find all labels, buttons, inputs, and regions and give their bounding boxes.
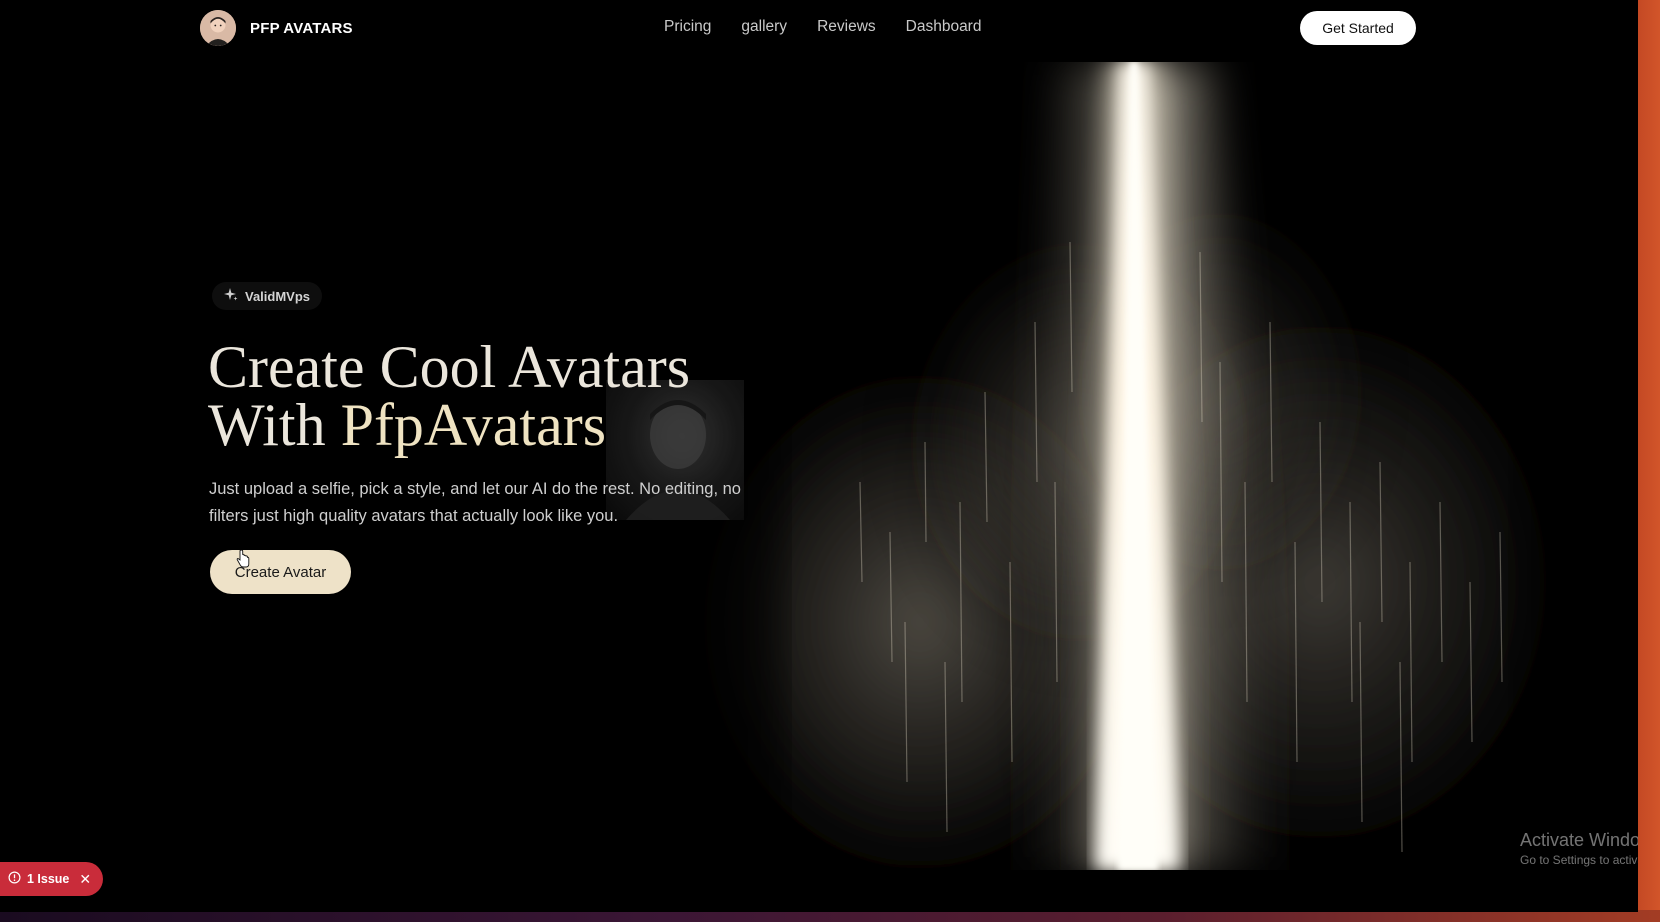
brand-name: PFP AVATARS	[250, 19, 353, 37]
brand-logo[interactable]: PFP AVATARS	[200, 10, 353, 46]
issues-count-label: 1 Issue	[27, 872, 70, 886]
headline-brand-accent: PfpAvatars	[340, 392, 607, 458]
avatar-logo-icon	[200, 10, 236, 46]
close-icon[interactable]: ✕	[79, 871, 91, 888]
badge-label: ValidMVps	[245, 288, 311, 304]
create-avatar-button[interactable]: Create Avatar	[210, 550, 351, 594]
alert-circle-icon	[8, 871, 21, 887]
os-activation-watermark: Activate Windows Go to Settings to activ…	[1520, 830, 1638, 867]
watermark-title: Activate Windows	[1520, 830, 1638, 850]
dev-issues-indicator[interactable]: 1 Issue ✕	[0, 862, 104, 896]
nav-links: Pricing gallery Reviews Dashboard	[664, 18, 981, 36]
sparkle-icon	[224, 287, 238, 305]
hero-headline: Create Cool Avatars With PfpAvatars	[208, 334, 691, 455]
hero-subtext: Just upload a selfie, pick a style, and …	[209, 480, 741, 525]
get-started-button[interactable]: Get Started	[1300, 11, 1416, 45]
nav-link-reviews[interactable]: Reviews	[817, 18, 876, 36]
hand-pointer-cursor-icon	[236, 549, 250, 573]
headline-line-1: Create Cool Avatars	[208, 334, 691, 400]
hero-badge: ValidMVps	[212, 282, 323, 310]
hero-light-beam-graphic	[660, 62, 1638, 870]
navbar: PFP AVATARS Pricing gallery Reviews Dash…	[0, 0, 1638, 58]
headline-line-2: With PfpAvatars	[208, 395, 690, 455]
headline-line-2-prefix: With	[208, 392, 341, 458]
nav-link-gallery[interactable]: gallery	[741, 18, 787, 36]
page-bottom-strip	[0, 870, 1638, 912]
browser-viewport: PFP AVATARS Pricing gallery Reviews Dash…	[0, 0, 1638, 912]
watermark-subtitle: Go to Settings to activate Windows.	[1520, 853, 1638, 867]
nav-link-dashboard[interactable]: Dashboard	[906, 18, 982, 36]
nav-link-pricing[interactable]: Pricing	[664, 18, 711, 36]
screen: PFP AVATARS Pricing gallery Reviews Dash…	[0, 0, 1660, 922]
